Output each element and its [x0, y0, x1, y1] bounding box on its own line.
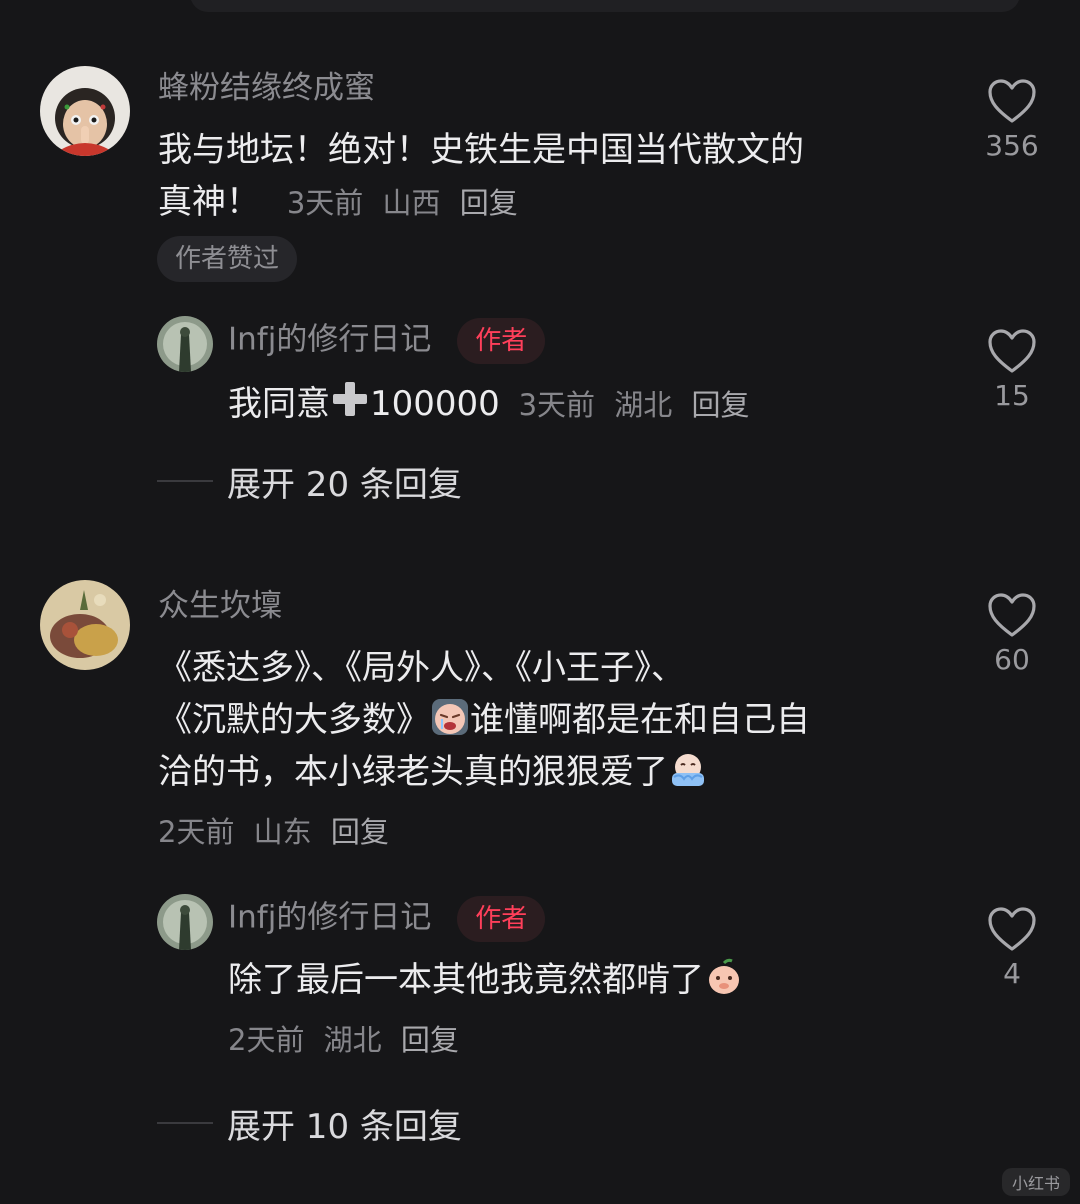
like-button[interactable]: 4: [982, 906, 1042, 992]
comment-meta: 3天前 山西 回复: [287, 186, 518, 220]
comment-text-line: 《沉默的大多数》: [158, 700, 430, 740]
like-count: 4: [1003, 957, 1021, 990]
avatar[interactable]: [157, 316, 213, 372]
reply-button[interactable]: 回复: [331, 815, 389, 849]
comment-text-line: 《悉达多》、《局外人》、《小王子》、: [158, 648, 685, 688]
comment-text-line: 真神！: [158, 182, 260, 222]
author-badge: 作者: [457, 896, 546, 942]
location: 山西: [382, 186, 441, 220]
username[interactable]: Infj的修行日记 作者: [228, 896, 546, 942]
heavy-plus-emoji: [333, 382, 367, 416]
like-button[interactable]: 15: [982, 328, 1042, 414]
like-button[interactable]: 60: [982, 592, 1042, 678]
comment-meta: 2天前 山东 回复: [158, 812, 389, 852]
username-text: Infj的修行日记: [228, 899, 432, 936]
like-button[interactable]: 356: [982, 78, 1042, 164]
avatar[interactable]: [40, 66, 130, 156]
location: 湖北: [614, 388, 673, 422]
reply-text: 我同意 100000 3天前 湖北 回复: [228, 378, 750, 431]
username[interactable]: 蜂粉结缘终成蜜: [158, 68, 375, 108]
comment-text: 《悉达多》、《局外人》、《小王子》、: [158, 642, 685, 694]
like-count: 15: [994, 379, 1030, 412]
crying-face-emoji: [432, 699, 468, 735]
comment-text-line: 洽的书，本小绿老头真的狠狠爱了: [158, 752, 668, 792]
location: 湖北: [323, 1023, 382, 1057]
reply-text-content: 除了最后一本其他我竟然都啃了: [228, 960, 704, 1000]
comment-text: 真神！ 3天前 山西 回复: [158, 176, 518, 229]
heart-outline-icon: [988, 329, 1036, 373]
username-text: Infj的修行日记: [228, 321, 432, 358]
heart-outline-icon: [988, 79, 1036, 123]
reply-button[interactable]: 回复: [401, 1023, 459, 1057]
reply-text-content: 我同意: [228, 384, 330, 424]
reply-button[interactable]: 回复: [460, 186, 518, 220]
reply-meta: 3天前 湖北 回复: [519, 388, 750, 422]
comment-text: 我与地坛！绝对！史铁生是中国当代散文的: [158, 124, 804, 176]
timestamp: 3天前: [286, 186, 364, 220]
comment-text-line: 谁懂啊都是在和自己自: [470, 700, 810, 740]
comment-text: 洽的书，本小绿老头真的狠狠爱了: [158, 746, 708, 798]
avatar[interactable]: [157, 894, 213, 950]
username[interactable]: 众生坎壈: [158, 586, 282, 626]
expand-replies-label: 展开 20 条回复: [227, 464, 462, 505]
reply-text-number: 100000: [370, 384, 500, 424]
author-badge: 作者: [457, 318, 546, 364]
heart-outline-icon: [988, 593, 1036, 637]
timestamp: 2天前: [228, 1023, 305, 1057]
timestamp: 3天前: [518, 388, 596, 422]
divider-line: [157, 1122, 213, 1124]
expand-replies-label: 展开 10 条回复: [227, 1106, 462, 1147]
like-count: 60: [994, 643, 1030, 676]
heart-outline-icon: [988, 907, 1036, 951]
comment-section: 蜂粉结缘终成蜜 我与地坛！绝对！史铁生是中国当代散文的 真神！ 3天前 山西 回…: [0, 0, 1080, 1204]
comment-text: 《沉默的大多数》 谁懂啊都是在和自己自: [158, 694, 810, 746]
reply-text: 除了最后一本其他我竟然都啃了: [228, 954, 744, 1006]
reply-meta: 2天前 湖北 回复: [228, 1020, 459, 1060]
touched-crying-emoji: [672, 754, 704, 786]
location: 山东: [253, 815, 312, 849]
like-count: 356: [985, 129, 1039, 162]
peach-shy-emoji: [709, 958, 739, 994]
avatar[interactable]: [40, 580, 130, 670]
comment-text-line: 我与地坛！绝对！史铁生是中国当代散文的: [158, 130, 804, 170]
username[interactable]: Infj的修行日记 作者: [228, 318, 546, 364]
watermark: 小红书: [1001, 1168, 1070, 1196]
divider-line: [157, 480, 213, 482]
expand-replies-button[interactable]: 展开 10 条回复: [157, 1098, 462, 1148]
expand-replies-button[interactable]: 展开 20 条回复: [157, 456, 462, 506]
top-panel-edge: [190, 0, 1020, 12]
timestamp: 2天前: [158, 815, 235, 849]
author-liked-badge: 作者赞过: [157, 236, 298, 282]
reply-button[interactable]: 回复: [692, 388, 750, 422]
